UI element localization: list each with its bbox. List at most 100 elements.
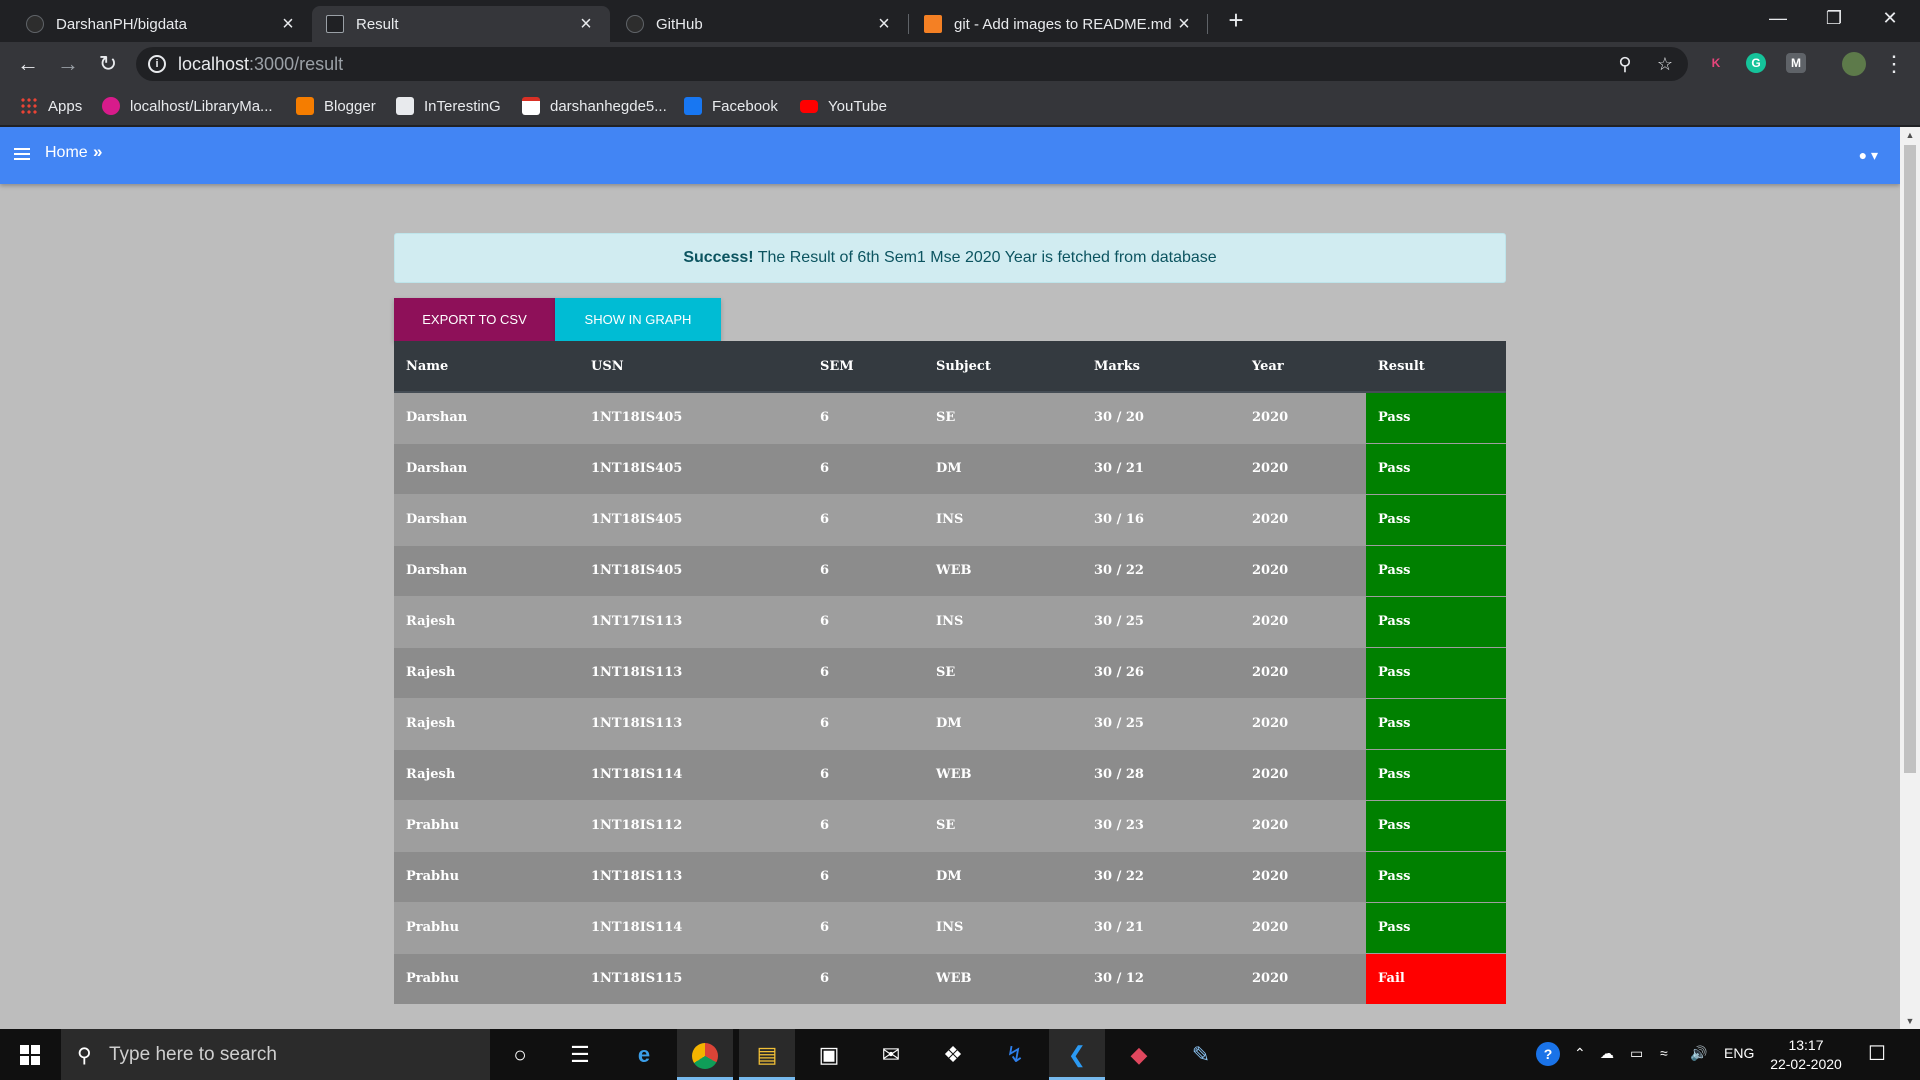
address-url[interactable]: localhost:3000/result	[178, 54, 343, 75]
bookmark-youtube[interactable]: YouTube	[800, 96, 887, 116]
back-button[interactable]: ←	[14, 50, 42, 78]
close-window-button[interactable]: ✕	[1862, 0, 1918, 36]
windows-start-icon[interactable]	[20, 1045, 40, 1065]
bookmark-facebook[interactable]: Facebook	[684, 96, 778, 116]
column-header: Name	[394, 341, 579, 393]
table-cell: 1NT18IS405	[579, 544, 808, 596]
language-indicator[interactable]: ENG	[1724, 1045, 1754, 1061]
scrollbar-thumb[interactable]	[1904, 145, 1916, 773]
bookmark-library[interactable]: localhost/LibraryMa...	[102, 96, 273, 116]
new-tab-button[interactable]: +	[1221, 6, 1251, 36]
tab-separator	[1207, 14, 1208, 34]
table-cell: 30 / 16	[1082, 493, 1240, 545]
facebook-icon	[684, 97, 702, 115]
clock-time: 13:17	[1788, 1037, 1824, 1053]
table-cell: 30 / 25	[1082, 697, 1240, 749]
tab-title: Result	[356, 15, 399, 33]
result-cell: Pass	[1366, 901, 1506, 953]
table-row: Prabhu 1NT18IS113 6 DM 30 / 22 2020 Pass	[394, 850, 1506, 902]
table-cell: 1NT18IS405	[579, 493, 808, 545]
reload-button[interactable]: ↻	[94, 50, 122, 78]
bookmark-gmail[interactable]: darshanhegde5...	[522, 96, 667, 116]
restore-button[interactable]: ❐	[1806, 0, 1862, 36]
profile-avatar[interactable]	[1842, 52, 1866, 76]
page-viewport: Home » ● ▾ Success! The Result of 6th Se…	[0, 127, 1920, 1029]
alert-text: The Result of 6th Sem1 Mse 2020 Year is …	[753, 249, 1217, 266]
table-cell: 1NT18IS114	[579, 748, 808, 800]
export-csv-button[interactable]: Export to CSV	[394, 298, 555, 341]
tab-github[interactable]: GitHub ×	[612, 6, 908, 42]
youtube-icon	[800, 99, 818, 113]
close-tab-icon[interactable]: ×	[576, 13, 596, 36]
zoom-icon[interactable]: ⚲	[1614, 53, 1636, 75]
page-scrollbar[interactable]: ▲ ▼	[1900, 127, 1920, 1029]
show-graph-button[interactable]: Show in Graph	[555, 298, 721, 341]
edge-icon[interactable]: e	[616, 1029, 672, 1080]
browser-menu-icon[interactable]: ⋮	[1880, 50, 1908, 78]
github-icon	[26, 15, 44, 33]
scroll-up-icon[interactable]: ▲	[1900, 127, 1920, 143]
browser-toolbar: ← → ↻ i localhost:3000/result ⚲ ☆	[0, 42, 1920, 86]
table-cell: 6	[808, 646, 924, 698]
onedrive-icon[interactable]: ☁	[1600, 1045, 1614, 1062]
close-tab-icon[interactable]: ×	[874, 13, 894, 36]
scroll-down-icon[interactable]: ▼	[1900, 1013, 1920, 1029]
grammarly-icon[interactable]: G	[1746, 53, 1766, 73]
task-view-icon[interactable]: ☰	[552, 1029, 608, 1080]
paint-icon[interactable]: ✎	[1173, 1029, 1229, 1080]
table-row: Rajesh 1NT17IS113 6 INS 30 / 25 2020 Pass	[394, 595, 1506, 647]
table-cell: Rajesh	[394, 595, 579, 647]
results-table: Name USN SEM Subject Marks Year Result D…	[394, 341, 1506, 1004]
site-info-icon[interactable]: i	[148, 55, 166, 73]
user-menu-icon[interactable]: ● ▾	[1859, 147, 1878, 164]
volume-icon[interactable]: 🔊	[1690, 1045, 1707, 1062]
close-tab-icon[interactable]: ×	[1174, 13, 1194, 36]
table-cell: Darshan	[394, 391, 579, 443]
forward-button[interactable]: →	[54, 50, 82, 78]
tab-bigdata[interactable]: DarshanPH/bigdata ×	[12, 6, 312, 42]
sourcetree-icon[interactable]: ↯	[987, 1029, 1043, 1080]
bookmark-label: InTerestinG	[424, 97, 501, 115]
vscode-icon[interactable]: ❮	[1049, 1029, 1105, 1080]
chrome-icon[interactable]	[677, 1029, 733, 1080]
bookmark-interesting[interactable]: InTerestinG	[396, 96, 501, 116]
notifications-icon[interactable]: ☐	[1868, 1041, 1886, 1066]
table-cell: 2020	[1240, 595, 1366, 647]
tab-strip: DarshanPH/bigdata × Result × GitHub × gi…	[0, 0, 1920, 42]
help-icon[interactable]: ?	[1536, 1042, 1560, 1066]
table-row: Rajesh 1NT18IS114 6 WEB 30 / 28 2020 Pass	[394, 748, 1506, 800]
dropbox-icon[interactable]: ❖	[925, 1029, 981, 1080]
column-header: Result	[1366, 341, 1506, 393]
menu-icon[interactable]	[14, 148, 30, 160]
close-tab-icon[interactable]: ×	[278, 13, 298, 36]
cortana-icon[interactable]: ○	[492, 1029, 548, 1080]
file-explorer-icon[interactable]: ▤	[739, 1029, 795, 1080]
bookmark-apps[interactable]: Apps	[20, 96, 82, 116]
table-cell: 6	[808, 952, 924, 1004]
extension-m-icon[interactable]: M	[1786, 53, 1806, 73]
mail-icon[interactable]: ✉	[863, 1029, 919, 1080]
minimize-button[interactable]: —	[1750, 0, 1806, 36]
tab-result[interactable]: Result ×	[312, 6, 610, 42]
table-cell: SE	[924, 391, 1082, 443]
wifi-icon[interactable]: ≈	[1660, 1045, 1668, 1061]
store-icon[interactable]: ▣	[801, 1029, 857, 1080]
tray-chevron-icon[interactable]: ⌃	[1574, 1045, 1586, 1062]
gitkraken-icon[interactable]: ◆	[1111, 1029, 1167, 1080]
result-cell: Pass	[1366, 595, 1506, 647]
url-host: localhost	[178, 54, 250, 74]
breadcrumb-home[interactable]: Home	[45, 144, 88, 162]
tab-title: git - Add images to README.md	[954, 15, 1172, 33]
address-bar[interactable]: i localhost:3000/result ⚲ ☆	[136, 47, 1688, 81]
table-cell: 6	[808, 697, 924, 749]
table-row: Rajesh 1NT18IS113 6 DM 30 / 25 2020 Pass	[394, 697, 1506, 749]
tab-stackoverflow[interactable]: git - Add images to README.md ×	[910, 6, 1208, 42]
column-header: Subject	[924, 341, 1082, 393]
battery-icon[interactable]: ▭	[1630, 1045, 1643, 1062]
clock[interactable]: 13:17 22-02-2020	[1768, 1036, 1844, 1074]
taskbar-search[interactable]: ⚲ Type here to search	[61, 1029, 490, 1080]
bookmark-star-icon[interactable]: ☆	[1654, 53, 1676, 75]
bookmark-blogger[interactable]: Blogger	[296, 96, 376, 116]
table-row: Darshan 1NT18IS405 6 WEB 30 / 22 2020 Pass	[394, 544, 1506, 596]
extension-k-icon[interactable]: K	[1706, 53, 1726, 73]
